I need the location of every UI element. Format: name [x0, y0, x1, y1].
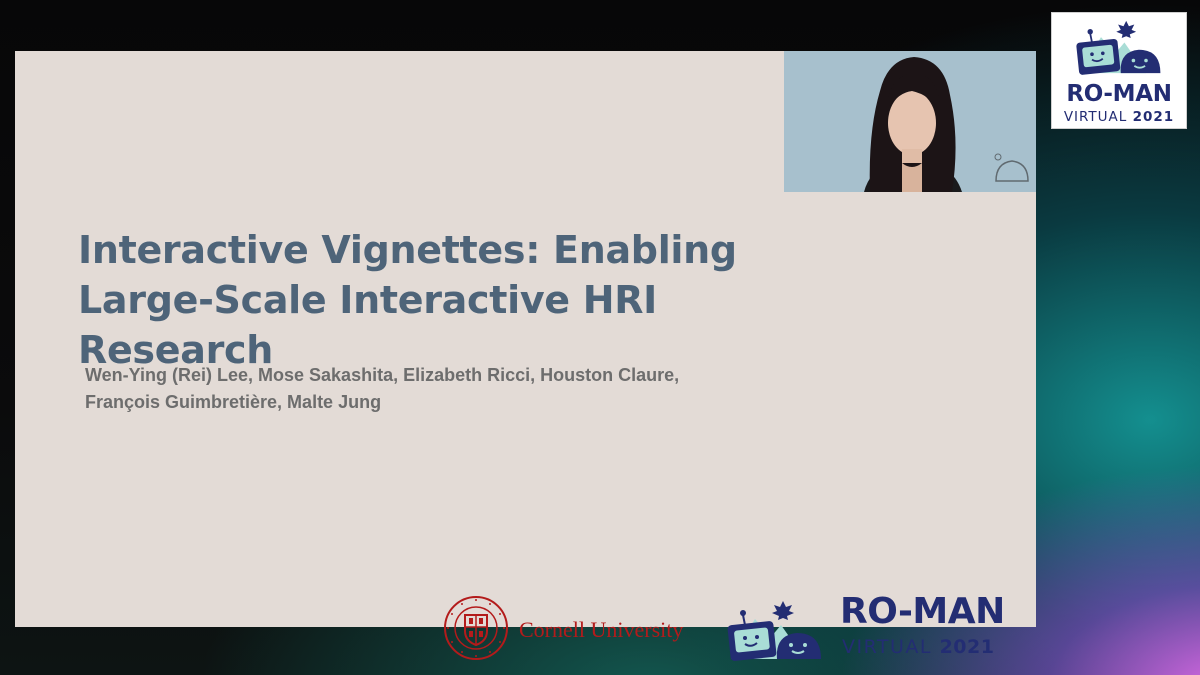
cornell-seal-icon [444, 596, 508, 660]
badge-title: RO-MAN [1066, 81, 1172, 107]
author-list: Wen-Ying (Rei) Lee, Mose Sakashita, Eliz… [85, 362, 785, 416]
authors-line-1: Wen-Ying (Rei) Lee, Mose Sakashita, Eliz… [85, 365, 680, 385]
roman-subtitle: VIRTUAL 2021 [842, 636, 995, 658]
presenter-webcam [784, 51, 1036, 192]
authors-line-2: François Guimbretière, Malte Jung [85, 392, 382, 412]
presenter-video-feed [784, 51, 1036, 192]
slide-title: Interactive Vignettes: Enabling Large-Sc… [78, 228, 737, 372]
robot-mascot-icon [727, 601, 821, 661]
cornell-logo: Cornell University [443, 595, 703, 661]
roman-title: RO-MAN [840, 591, 1005, 632]
roman-badge: RO-MAN VIRTUAL 2021 [1051, 12, 1187, 129]
roman-logo-slide: RO-MAN VIRTUAL 2021 [725, 591, 1035, 663]
robot-mascot-icon [1076, 20, 1161, 75]
badge-subtitle: VIRTUAL 2021 [1063, 109, 1175, 125]
cornell-wordmark: Cornell University [519, 617, 684, 642]
